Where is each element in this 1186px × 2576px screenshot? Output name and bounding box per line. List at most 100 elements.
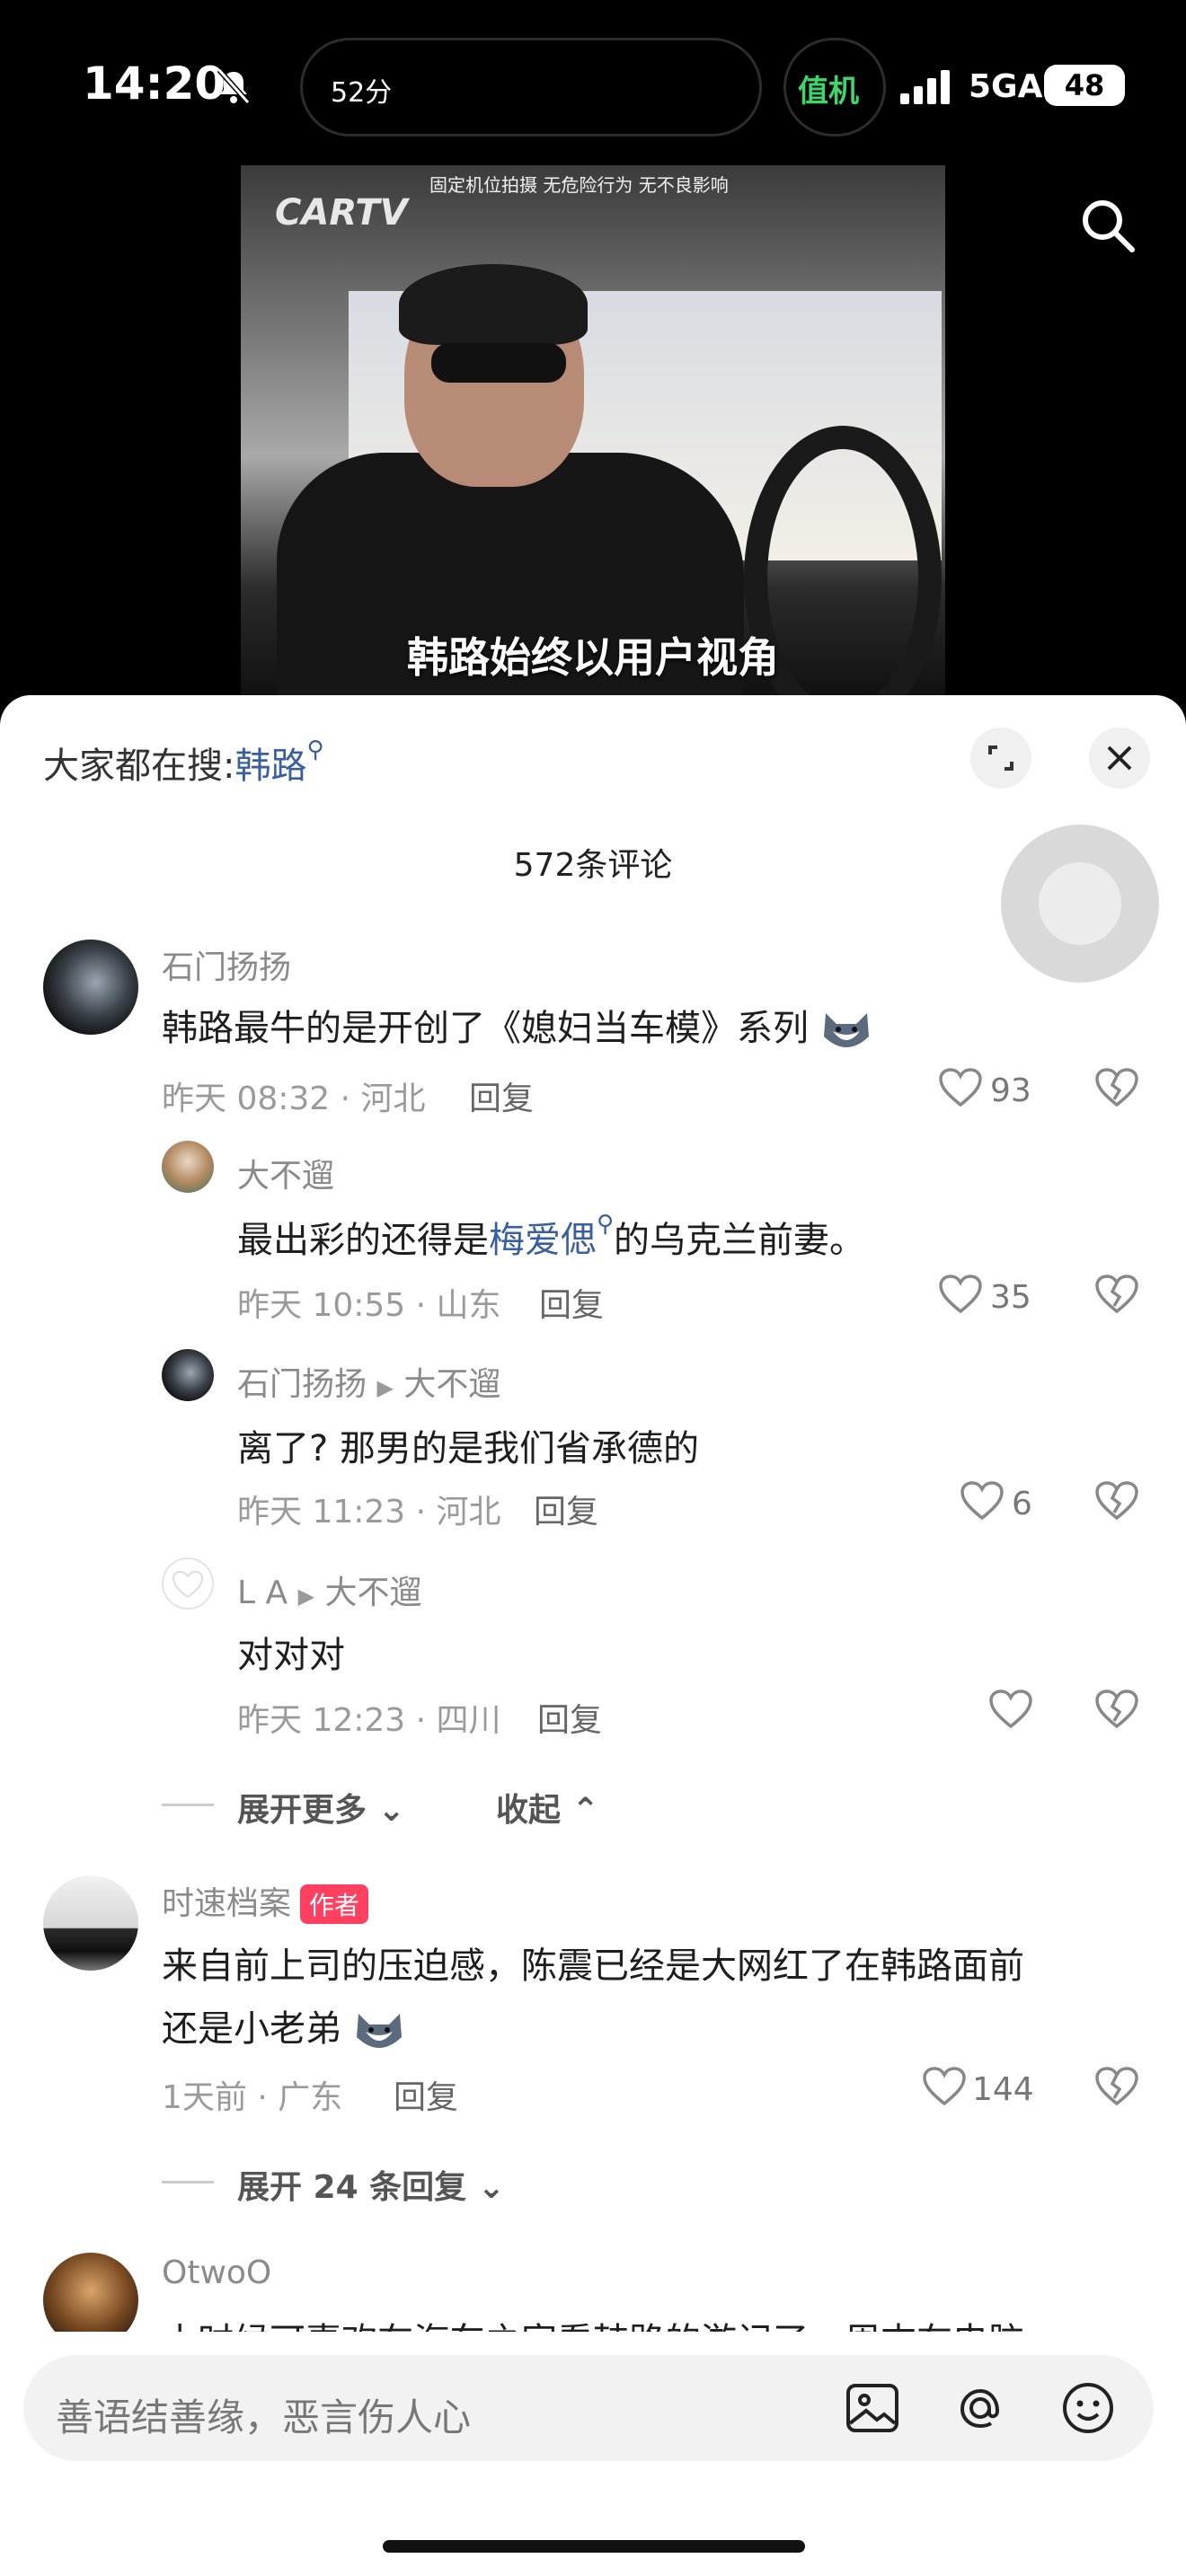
comment-meta: 昨天 08:32 · 河北 xyxy=(162,1081,426,1117)
comment-meta: 1天前 · 广东 xyxy=(162,2079,343,2116)
close-button[interactable] xyxy=(1089,728,1150,789)
comment-location: 山东 xyxy=(436,1287,501,1324)
heart-icon xyxy=(960,1481,1004,1521)
heart-icon xyxy=(939,1275,982,1314)
small-search-icon: ⚲ xyxy=(306,737,324,763)
comment-text-content: 韩路最牛的是开创了《媳妇当车模》系列 xyxy=(162,1008,809,1049)
network-type: 5GA xyxy=(969,68,1043,105)
mention-icon[interactable] xyxy=(951,2378,1010,2438)
heart-icon xyxy=(923,2067,966,2106)
reply-button[interactable]: 回复 xyxy=(539,1279,604,1326)
expand-button[interactable] xyxy=(970,728,1031,789)
reply-button[interactable]: 回复 xyxy=(469,1072,534,1119)
comment-text: 韩路最牛的是开创了《媳妇当车模》系列 xyxy=(162,999,872,1054)
expand-more-label: 展开更多 xyxy=(237,1792,367,1829)
comment-text-after: 的乌克兰前妻。 xyxy=(614,1220,866,1261)
comment-text: 离了? 那男的是我们省承德的 xyxy=(237,1428,699,1469)
dislike-button[interactable] xyxy=(1094,1689,1139,1734)
like-button[interactable] xyxy=(922,2066,967,2111)
comment-text: 最出彩的还得是梅爱偲⚲的乌克兰前妻。 xyxy=(237,1211,865,1263)
bell-muted-icon xyxy=(217,68,251,104)
divider xyxy=(162,2181,214,2183)
search-link[interactable]: 梅爱偲 xyxy=(489,1220,597,1261)
like-count: 6 xyxy=(1012,1486,1032,1522)
status-time: 14:20 xyxy=(83,57,226,110)
reply-button[interactable]: 回复 xyxy=(394,2071,458,2118)
video-subtitle: 韩路始终以用户视角 xyxy=(407,633,779,682)
video-sunglasses xyxy=(431,343,566,383)
expand-replies-button[interactable]: 展开 24 条回复 ⌄ xyxy=(237,2161,505,2208)
comment-author[interactable]: 石门扬扬 xyxy=(162,941,291,988)
small-search-icon: ⚲ xyxy=(597,1211,615,1238)
expand-more-button[interactable]: 展开更多 ⌄ xyxy=(237,1784,405,1831)
expand-replies-label: 展开 24 条回复 xyxy=(237,2169,467,2206)
emoji-icon[interactable] xyxy=(1058,2378,1118,2438)
avatar[interactable] xyxy=(162,1141,214,1193)
comment-text: 对对对 xyxy=(237,1635,345,1676)
chevron-down-icon: ⌄ xyxy=(466,2169,505,2206)
home-indicator[interactable] xyxy=(383,2540,805,2553)
comment-text-line2: 还是小老弟 xyxy=(162,1999,405,2055)
broken-heart-icon xyxy=(1095,1481,1138,1521)
comment-author[interactable]: 石门扬扬 xyxy=(237,1366,367,1403)
dislike-button[interactable] xyxy=(1094,1274,1139,1319)
collapse-label: 收起 xyxy=(496,1792,562,1829)
avatar[interactable] xyxy=(43,1875,138,1971)
comment-meta: 昨天 11:23 · 河北 xyxy=(237,1494,501,1531)
comment-meta: 昨天 10:55 · 山东 xyxy=(237,1287,501,1324)
video-watermark-logo: CARTV xyxy=(275,192,408,234)
comment-author[interactable]: 时速档案 xyxy=(162,1885,291,1922)
reply-arrow-icon: ▶ xyxy=(297,1584,315,1609)
comment-location: 河北 xyxy=(436,1494,501,1531)
reply-to-name[interactable]: 大不遛 xyxy=(403,1366,500,1403)
heart-icon xyxy=(939,1068,982,1107)
comment-text-line1: 来自前上司的压迫感，陈震已经是大网红了在韩路面前 xyxy=(162,1945,1024,1987)
author-badge: 作者 xyxy=(300,1884,369,1924)
comment-author[interactable]: 大不遛 xyxy=(237,1150,334,1196)
avatar[interactable] xyxy=(162,1557,214,1610)
island-timer: 52分 xyxy=(331,77,393,109)
comment-author-line: 石门扬扬 ▶ 大不遛 xyxy=(237,1358,500,1405)
expand-icon xyxy=(988,745,1013,771)
broken-heart-icon xyxy=(1095,2067,1138,2106)
reply-to-name[interactable]: 大不遛 xyxy=(325,1575,422,1611)
chevron-down-icon: ⌄ xyxy=(367,1792,405,1829)
comment-time: 昨天 08:32 xyxy=(162,1081,331,1117)
live-activity-label: 值机 xyxy=(798,74,859,110)
like-button[interactable] xyxy=(960,1480,1005,1525)
comment-author-line: L A ▶ 大不遛 xyxy=(237,1566,422,1613)
dislike-button[interactable] xyxy=(1094,1067,1139,1112)
search-icon[interactable] xyxy=(1078,196,1137,255)
comment-location: 四川 xyxy=(436,1702,501,1739)
video-player[interactable]: CARTV 固定机位拍摄 无危险行为 无不良影响 韩路始终以用户视角 xyxy=(241,165,945,695)
image-icon[interactable] xyxy=(843,2378,902,2438)
close-icon xyxy=(1107,745,1132,771)
avatar[interactable] xyxy=(43,940,138,1035)
like-button[interactable] xyxy=(938,1274,983,1319)
divider xyxy=(162,1804,214,1806)
like-count: 144 xyxy=(972,2071,1034,2108)
like-button[interactable] xyxy=(988,1689,1033,1734)
like-button[interactable] xyxy=(938,1067,983,1112)
husky-emoji-icon xyxy=(823,1013,869,1047)
comment-input-placeholder[interactable]: 善语结善缘，恶言伤人心 xyxy=(56,2387,471,2442)
dislike-button[interactable] xyxy=(1094,2066,1139,2111)
trending-search-term[interactable]: 韩路 xyxy=(235,745,306,787)
dislike-button[interactable] xyxy=(1094,1480,1139,1525)
like-count: 93 xyxy=(990,1072,1031,1109)
collapse-button[interactable]: 收起 ⌃ xyxy=(496,1784,599,1831)
comment-location: 广东 xyxy=(278,2079,343,2116)
video-top-note: 固定机位拍摄 无危险行为 无不良影响 xyxy=(429,174,729,196)
trending-search[interactable]: 大家都在搜:韩路⚲ xyxy=(43,737,324,789)
comment-author[interactable]: OtwoO xyxy=(162,2254,271,2291)
broken-heart-icon xyxy=(1095,1275,1138,1314)
reply-button[interactable]: 回复 xyxy=(534,1486,598,1532)
broken-heart-icon xyxy=(1095,1689,1138,1729)
reply-button[interactable]: 回复 xyxy=(537,1694,602,1741)
comment-author[interactable]: L A xyxy=(237,1575,288,1611)
avatar[interactable] xyxy=(162,1349,214,1401)
floating-ball-center xyxy=(1039,862,1121,945)
comment-meta: 昨天 12:23 · 四川 xyxy=(237,1702,501,1739)
comment-text-before: 最出彩的还得是 xyxy=(237,1220,489,1261)
comment-time: 昨天 11:23 xyxy=(237,1494,406,1531)
